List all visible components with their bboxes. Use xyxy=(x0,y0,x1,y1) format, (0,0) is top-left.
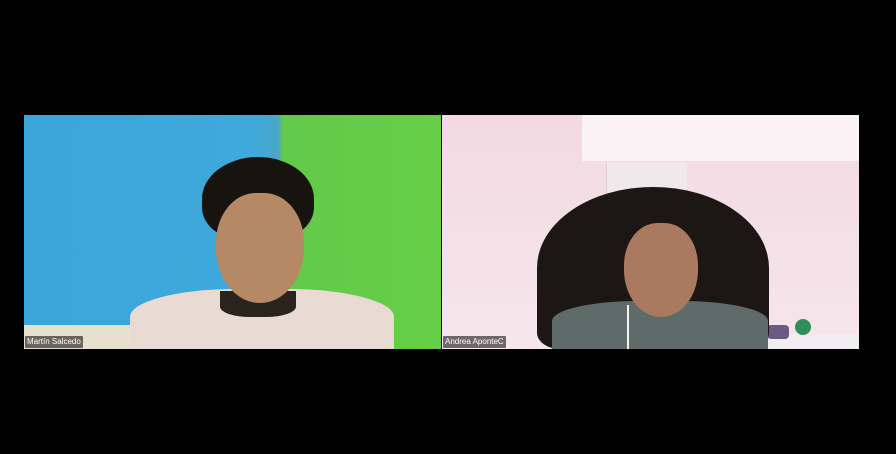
participant-video-tile-andrea[interactable]: Andrea AponteC xyxy=(442,115,859,349)
room-ceiling xyxy=(582,115,859,161)
person-face xyxy=(216,193,304,303)
participant-video-tile-martin[interactable]: Martín Salcedo xyxy=(24,115,441,349)
participant-name-label: Martín Salcedo xyxy=(25,336,83,348)
room-object xyxy=(767,325,789,339)
person-face xyxy=(624,223,698,317)
room-toy xyxy=(795,319,811,335)
participant-name-label: Andrea AponteC xyxy=(443,336,506,348)
earphone-cable xyxy=(627,305,629,349)
